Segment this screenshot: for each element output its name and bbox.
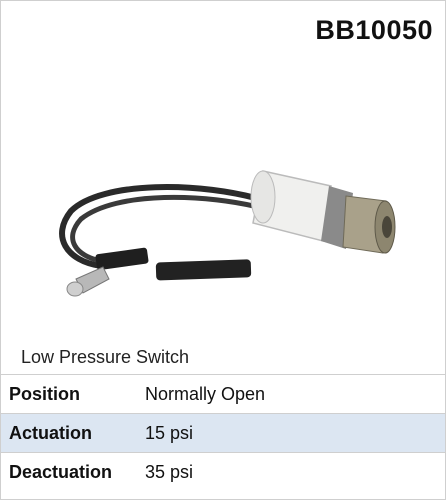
- spec-row-position: Position Normally Open: [1, 374, 445, 414]
- spec-value: 15 psi: [137, 413, 445, 453]
- spec-row-actuation: Actuation 15 psi: [1, 413, 445, 453]
- pressure-switch-image: [59, 170, 396, 297]
- spec-label: Actuation: [1, 413, 137, 453]
- spec-value: Normally Open: [137, 374, 445, 414]
- product-caption: Low Pressure Switch: [21, 347, 190, 367]
- product-card: BB10050 Low Pressure Switch Position Nor…: [0, 0, 446, 500]
- spec-label: Position: [1, 374, 137, 414]
- spec-value: 35 psi: [137, 452, 445, 491]
- part-number: BB10050: [315, 15, 433, 45]
- spec-table: Position Normally Open Actuation 15 psi …: [1, 374, 445, 491]
- spec-row-deactuation: Deactuation 35 psi: [1, 452, 445, 491]
- spec-label: Deactuation: [1, 452, 137, 491]
